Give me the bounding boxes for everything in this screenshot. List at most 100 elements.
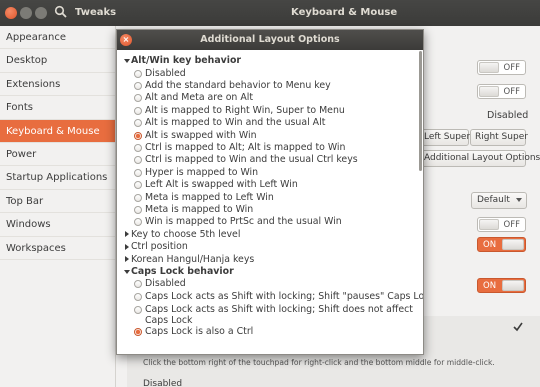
group-label: Key to choose 5th level <box>131 228 241 240</box>
option-label: Caps Lock acts as Shift with locking; Sh… <box>145 290 423 302</box>
radio-button[interactable] <box>134 193 142 202</box>
sidebar-item-workspaces[interactable]: Workspaces <box>0 237 115 260</box>
radio-button-checked[interactable] <box>134 328 142 337</box>
disabled-option-title: Disabled <box>143 379 183 387</box>
option-label: Hyper is mapped to Win <box>145 166 259 178</box>
default-combo[interactable]: Default <box>471 192 527 209</box>
group-caps-lock-behavior[interactable]: Caps Lock behavior <box>123 266 423 278</box>
radio-button[interactable] <box>134 69 142 78</box>
expander-right-icon <box>123 254 131 266</box>
radio-button[interactable] <box>134 119 142 128</box>
radio-option[interactable]: Alt is mapped to Win and the usual Alt <box>117 117 417 129</box>
toggle-knob <box>502 280 524 291</box>
radio-option[interactable]: Ctrl is mapped to Win and the usual Ctrl… <box>117 154 417 166</box>
expander-right-icon <box>123 229 131 241</box>
radio-option-selected[interactable]: Alt is swapped with Win <box>117 130 417 142</box>
sidebar-item-top-bar[interactable]: Top Bar <box>0 190 115 214</box>
sidebar-item-extensions[interactable]: Extensions <box>0 73 115 97</box>
group-key-to-choose-5th-level[interactable]: Key to choose 5th level <box>123 229 423 241</box>
radio-option[interactable]: Win is mapped to PrtSc and the usual Win <box>117 216 417 228</box>
group-label: Korean Hangul/Hanja keys <box>131 253 255 265</box>
option-label: Win is mapped to PrtSc and the usual Win <box>145 216 342 228</box>
toggle-switch-4[interactable]: ON <box>477 237 526 252</box>
toggle-switch-5[interactable]: ON <box>477 278 526 293</box>
radio-option[interactable]: Disabled <box>117 278 417 290</box>
option-label: Meta is mapped to Win <box>145 204 254 215</box>
radio-button[interactable] <box>134 280 142 289</box>
option-label: Ctrl is mapped to Win and the usual Ctrl… <box>145 154 358 166</box>
search-icon[interactable] <box>54 5 68 19</box>
right-super-button[interactable]: Right Super <box>470 129 528 146</box>
sidebar-item-desktop[interactable]: Desktop <box>0 49 115 73</box>
option-label: Disabled <box>145 278 186 290</box>
additional-layout-options-dialog: × Additional Layout Options Alt/Win key … <box>116 29 424 355</box>
window-minimize-button[interactable] <box>20 7 32 19</box>
option-label: Alt is mapped to Win and the usual Alt <box>145 117 326 129</box>
dialog-options-list: Alt/Win key behavior Disabled Add the st… <box>117 51 423 354</box>
sidebar-item-power[interactable]: Power <box>0 143 115 167</box>
group-ctrl-position[interactable]: Ctrl position <box>123 241 423 253</box>
scrollbar[interactable] <box>419 51 422 171</box>
option-label: Meta is mapped to Left Win <box>145 191 274 203</box>
sidebar-item-appearance[interactable]: Appearance <box>0 26 115 50</box>
window-maximize-button[interactable] <box>35 7 47 19</box>
expander-down-icon <box>123 55 131 67</box>
disabled-value: Disabled <box>487 110 529 121</box>
toggle-label: ON <box>483 280 497 291</box>
option-label: Caps Lock is also a Ctrl <box>145 326 254 338</box>
radio-button[interactable] <box>134 305 142 314</box>
area-option-description: Click the bottom right of the touchpad f… <box>143 358 495 367</box>
toggle-switch-3[interactable]: OFF <box>477 217 526 232</box>
radio-button[interactable] <box>134 168 142 177</box>
group-label: Alt/Win key behavior <box>131 55 242 66</box>
radio-option[interactable]: Disabled <box>117 68 417 80</box>
radio-option[interactable]: Caps Lock acts as Shift with locking; Sh… <box>117 291 423 303</box>
radio-option[interactable]: Caps Lock acts as Shift with locking; Sh… <box>117 304 417 326</box>
additional-layout-options-button[interactable]: Additional Layout Options <box>419 150 540 167</box>
sidebar-item-fonts[interactable]: Fonts <box>0 96 115 120</box>
toggle-knob <box>502 239 524 250</box>
radio-button[interactable] <box>134 106 142 115</box>
default-combo-value: Default <box>477 195 510 205</box>
radio-option[interactable]: Hyper is mapped to Win <box>117 167 417 179</box>
sidebar-item-keyboard-mouse[interactable]: Keyboard & Mouse <box>0 119 115 143</box>
radio-option[interactable]: Left Alt is swapped with Left Win <box>117 179 417 191</box>
page-title: Keyboard & Mouse <box>291 7 398 18</box>
toggle-label: OFF <box>503 219 520 230</box>
expander-right-icon <box>123 241 131 253</box>
radio-option[interactable]: Meta is mapped to Win <box>117 204 417 216</box>
toggle-label: OFF <box>503 62 520 73</box>
radio-button[interactable] <box>134 292 142 301</box>
close-icon[interactable]: × <box>120 34 132 46</box>
left-super-button[interactable]: Left Super <box>419 129 470 146</box>
radio-option-selected[interactable]: Caps Lock is also a Ctrl <box>117 326 417 338</box>
dialog-title: Additional Layout Options <box>200 34 340 45</box>
toggle-label: OFF <box>503 86 520 97</box>
radio-option[interactable]: Ctrl is mapped to Alt; Alt is mapped to … <box>117 142 417 154</box>
sidebar-item-startup-applications[interactable]: Startup Applications <box>0 166 115 190</box>
group-alt-win-key-behavior[interactable]: Alt/Win key behavior <box>123 55 423 67</box>
sidebar: Appearance Desktop Extensions Fonts Keyb… <box>0 26 116 387</box>
radio-button[interactable] <box>134 94 142 103</box>
radio-button[interactable] <box>134 206 142 214</box>
radio-button[interactable] <box>134 156 142 165</box>
radio-option[interactable]: Meta is mapped to Left Win <box>117 192 417 204</box>
chevron-down-icon <box>516 198 522 202</box>
sidebar-item-windows[interactable]: Windows <box>0 213 115 237</box>
toggle-label: ON <box>483 239 497 250</box>
radio-button[interactable] <box>134 82 142 90</box>
radio-option[interactable]: Alt is mapped to Right Win, Super to Men… <box>117 105 417 117</box>
toggle-switch-2[interactable]: OFF <box>477 84 526 99</box>
group-korean-hangul-hanja-keys[interactable]: Korean Hangul/Hanja keys <box>123 254 423 266</box>
radio-option[interactable]: Add the standard behavior to Menu key <box>117 80 417 92</box>
radio-button[interactable] <box>134 218 142 227</box>
radio-button[interactable] <box>134 144 142 152</box>
toggle-switch-1[interactable]: OFF <box>477 60 526 75</box>
radio-button-checked[interactable] <box>134 131 142 140</box>
app-title: Tweaks <box>75 7 117 18</box>
radio-button[interactable] <box>134 181 142 190</box>
window-close-button[interactable] <box>5 7 17 19</box>
group-label: Caps Lock behavior <box>131 266 234 277</box>
radio-option[interactable]: Alt and Meta are on Alt <box>117 92 417 104</box>
toggle-knob <box>479 62 499 73</box>
